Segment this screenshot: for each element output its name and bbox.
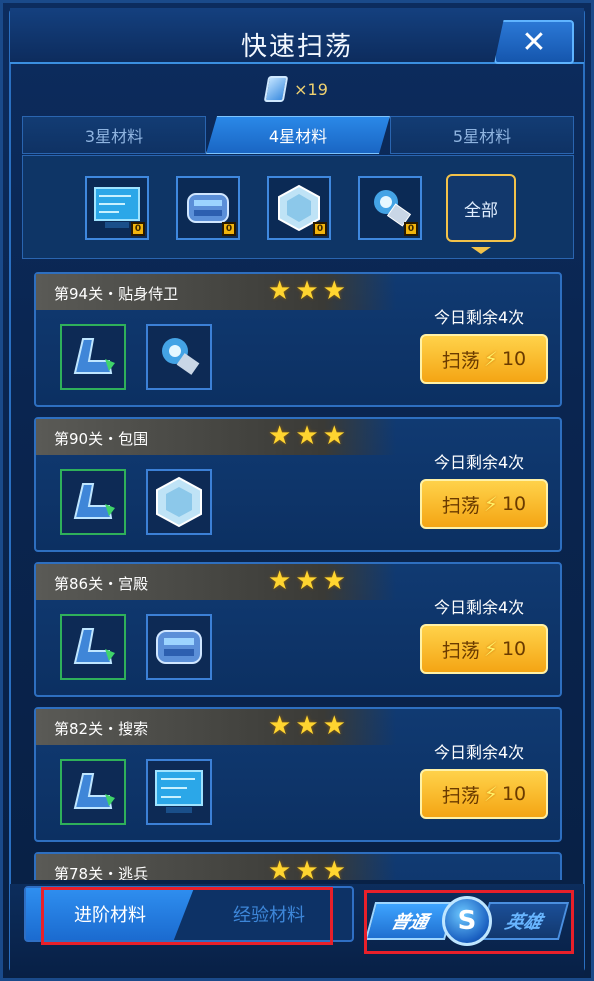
green-chair-icon bbox=[73, 338, 115, 374]
green-chair-icon bbox=[73, 628, 115, 664]
stage-header: 第94关・贴身侍卫 ★ ★ ★ bbox=[36, 274, 396, 310]
star-icon: ★ bbox=[268, 421, 292, 451]
stage-header: 第82关・搜索 ★ ★ ★ bbox=[36, 709, 396, 745]
green-chair-icon bbox=[73, 773, 115, 809]
highlight-box-material-tabs bbox=[41, 887, 333, 945]
sweep-ticket-icon bbox=[263, 76, 289, 102]
stage-name: 第86关・宫殿 bbox=[54, 575, 149, 593]
star-icon: ★ bbox=[268, 711, 292, 741]
star-icon: ★ bbox=[322, 711, 346, 741]
sweep-cost: 10 bbox=[501, 348, 527, 370]
material-filter-all[interactable]: 全部 bbox=[446, 174, 516, 242]
lightning-icon: ⚡ bbox=[483, 347, 498, 371]
star-icon: ★ bbox=[295, 856, 319, 880]
stage-stars: ★ ★ ★ bbox=[268, 422, 346, 450]
remaining-attempts: 今日剩余4次 bbox=[434, 453, 525, 472]
star-icon: ★ bbox=[268, 276, 292, 306]
sweep-button-label: 扫荡 bbox=[441, 784, 480, 807]
star-icon: ★ bbox=[295, 421, 319, 451]
sweep-ticket-count: ×19 bbox=[294, 79, 328, 99]
material-count: 0 bbox=[313, 222, 327, 236]
sweep-button[interactable]: 扫荡 ⚡ 10 bbox=[420, 334, 548, 384]
star-icon: ★ bbox=[295, 276, 319, 306]
title-bar: 快速扫荡 ✕ bbox=[10, 8, 584, 64]
sweep-button[interactable]: 扫荡 ⚡ 10 bbox=[420, 769, 548, 819]
lightning-icon: ⚡ bbox=[483, 637, 498, 661]
material-count: 0 bbox=[131, 222, 145, 236]
drop-item-engine[interactable] bbox=[146, 614, 212, 680]
star-icon: ★ bbox=[322, 276, 346, 306]
material-count: 0 bbox=[222, 222, 236, 236]
stage-header: 第78关・逃兵 ★ ★ ★ bbox=[36, 854, 396, 880]
material-filter-engine[interactable]: 0 bbox=[176, 176, 240, 240]
lightning-icon: ⚡ bbox=[483, 492, 498, 516]
sweep-button-label: 扫荡 bbox=[441, 639, 480, 662]
star-icon: ★ bbox=[268, 856, 292, 880]
material-count: 0 bbox=[404, 222, 418, 236]
star-icon: ★ bbox=[295, 566, 319, 596]
drop-item-crystal[interactable] bbox=[146, 469, 212, 535]
drop-item-chair[interactable] bbox=[60, 469, 126, 535]
material-filter-core[interactable]: 0 bbox=[358, 176, 422, 240]
sweep-button[interactable]: 扫荡 ⚡ 10 bbox=[420, 624, 548, 674]
stage-stars: ★ ★ ★ bbox=[268, 712, 346, 740]
tab-5-star[interactable]: 5星材料 bbox=[390, 116, 574, 154]
tab-4-star[interactable]: 4星材料 bbox=[206, 116, 390, 154]
sweep-cost: 10 bbox=[501, 493, 527, 515]
stage-name: 第82关・搜索 bbox=[54, 720, 149, 738]
material-filter-crystal[interactable]: 0 bbox=[267, 176, 331, 240]
sweep-button[interactable]: 扫荡 ⚡ 10 bbox=[420, 479, 548, 529]
stage-row: 第78关・逃兵 ★ ★ ★ bbox=[34, 852, 562, 880]
sweep-cost: 10 bbox=[501, 783, 527, 805]
material-filter-hologram[interactable]: 0 bbox=[85, 176, 149, 240]
hologram-screen-icon bbox=[155, 770, 203, 813]
stage-row: 第94关・贴身侍卫 ★ ★ ★ 今日剩余4次 扫荡 ⚡ 10 bbox=[34, 272, 562, 407]
material-filter-bar: 0 0 0 0 全部 bbox=[22, 155, 574, 259]
engine-module-icon bbox=[156, 630, 202, 664]
tab-3-star[interactable]: 3星材料 bbox=[22, 116, 206, 154]
drop-item-chair[interactable] bbox=[60, 324, 126, 390]
stage-name: 第78关・逃兵 bbox=[54, 865, 149, 880]
energy-core-icon bbox=[162, 338, 200, 375]
sweep-ticket-counter: ×19 bbox=[0, 72, 594, 106]
stage-row: 第86关・宫殿 ★ ★ ★ 今日剩余4次 扫荡 ⚡ 10 bbox=[34, 562, 562, 697]
drop-item-core[interactable] bbox=[146, 324, 212, 390]
stage-row: 第90关・包围 ★ ★ ★ 今日剩余4次 扫荡 ⚡ 10 bbox=[34, 417, 562, 552]
toggle-knob-icon[interactable]: S bbox=[442, 896, 492, 946]
sweep-button-label: 扫荡 bbox=[441, 349, 480, 372]
remaining-attempts: 今日剩余4次 bbox=[434, 308, 525, 327]
drop-item-hologram[interactable] bbox=[146, 759, 212, 825]
stage-header: 第90关・包围 ★ ★ ★ bbox=[36, 419, 396, 455]
stage-header: 第86关・宫殿 ★ ★ ★ bbox=[36, 564, 396, 600]
lightning-icon: ⚡ bbox=[483, 782, 498, 806]
selected-filter-indicator bbox=[471, 247, 491, 254]
remaining-attempts: 今日剩余4次 bbox=[434, 743, 525, 762]
star-icon: ★ bbox=[295, 711, 319, 741]
drop-item-chair[interactable] bbox=[60, 759, 126, 825]
green-chair-icon bbox=[73, 483, 115, 519]
star-icon: ★ bbox=[322, 566, 346, 596]
remaining-attempts: 今日剩余4次 bbox=[434, 598, 525, 617]
star-icon: ★ bbox=[268, 566, 292, 596]
stage-row: 第82关・搜索 ★ ★ ★ 今日剩余4次 扫荡 ⚡ 10 bbox=[34, 707, 562, 842]
sweep-button-label: 扫荡 bbox=[441, 494, 480, 517]
stage-stars: ★ ★ ★ bbox=[268, 567, 346, 595]
stage-name: 第94关・贴身侍卫 bbox=[54, 285, 179, 303]
drop-item-chair[interactable] bbox=[60, 614, 126, 680]
crystal-hexagon-icon bbox=[156, 476, 202, 528]
stage-stars: ★ ★ ★ bbox=[268, 277, 346, 305]
close-button[interactable]: ✕ bbox=[494, 20, 574, 64]
stage-name: 第90关・包围 bbox=[54, 430, 149, 448]
stage-list[interactable]: 第94关・贴身侍卫 ★ ★ ★ 今日剩余4次 扫荡 ⚡ 10 第90关・包围 ★… bbox=[34, 272, 562, 880]
sweep-cost: 10 bbox=[501, 638, 527, 660]
star-icon: ★ bbox=[322, 856, 346, 880]
star-icon: ★ bbox=[322, 421, 346, 451]
material-tier-tabs: 3星材料 4星材料 5星材料 bbox=[22, 116, 574, 154]
stage-stars: ★ ★ ★ bbox=[268, 857, 346, 880]
